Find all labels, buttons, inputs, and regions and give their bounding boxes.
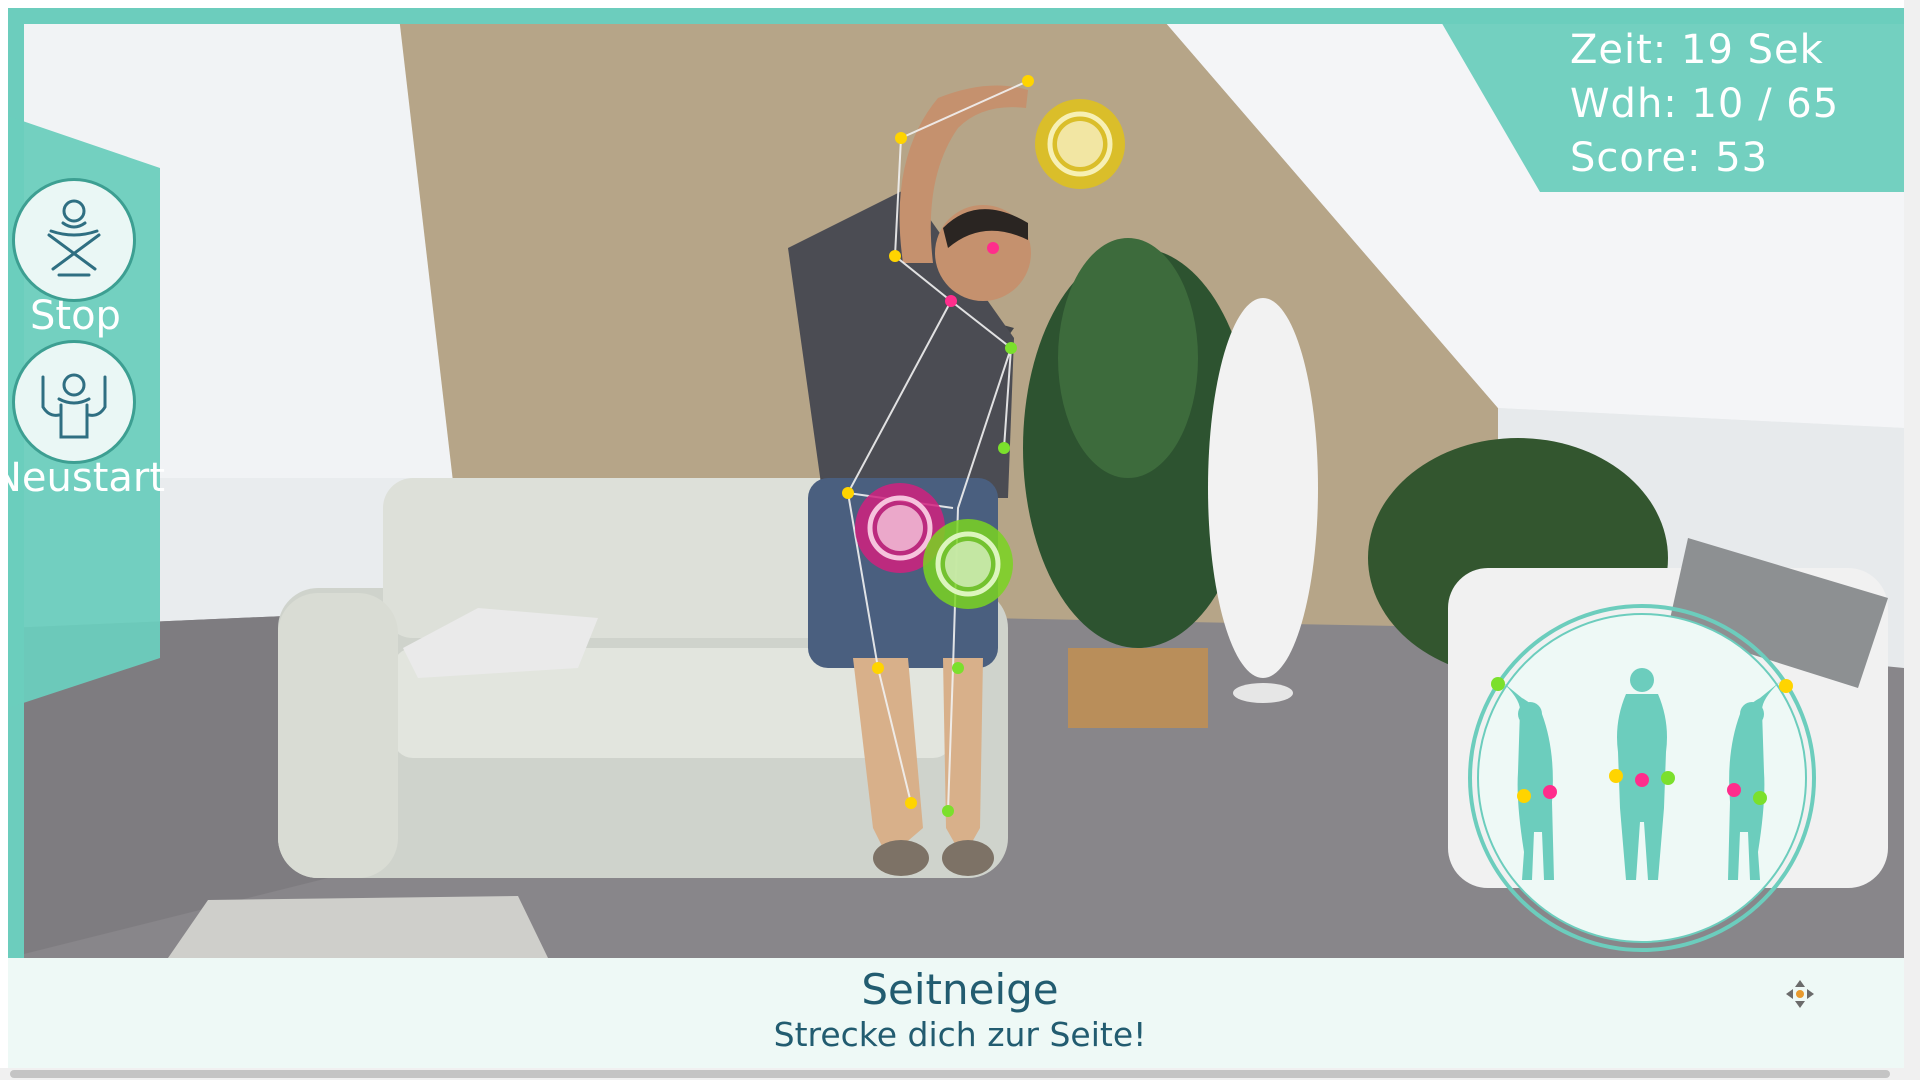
exercise-instruction: Strecke dich zur Seite! (773, 1015, 1147, 1054)
move-arrows-icon[interactable] (1784, 978, 1816, 1010)
horizontal-scrollbar[interactable] (0, 1068, 1920, 1080)
restart-label: Neustart (0, 455, 166, 501)
target-green (923, 519, 1013, 609)
vertical-scrollbar[interactable] (1904, 0, 1920, 1068)
score-readout: Score: 53 (1570, 135, 1769, 181)
restart-button[interactable] (12, 340, 136, 464)
target-yellow (1035, 99, 1125, 189)
stop-label: Stop (30, 293, 121, 339)
horizontal-scroll-thumb[interactable] (10, 1070, 1890, 1078)
stats-panel: Zeit: 19 Sek Wdh: 10 / 65 Score: 53 (1440, 20, 1904, 192)
exercise-guide (1468, 604, 1816, 952)
raised-arms-icon (41, 373, 107, 439)
reps-readout: Wdh: 10 / 65 (1570, 81, 1840, 127)
crossed-arms-icon (47, 199, 101, 277)
exercise-title: Seitneige (861, 965, 1059, 1014)
time-readout: Zeit: 19 Sek (1570, 27, 1824, 73)
stop-button[interactable] (12, 178, 136, 302)
